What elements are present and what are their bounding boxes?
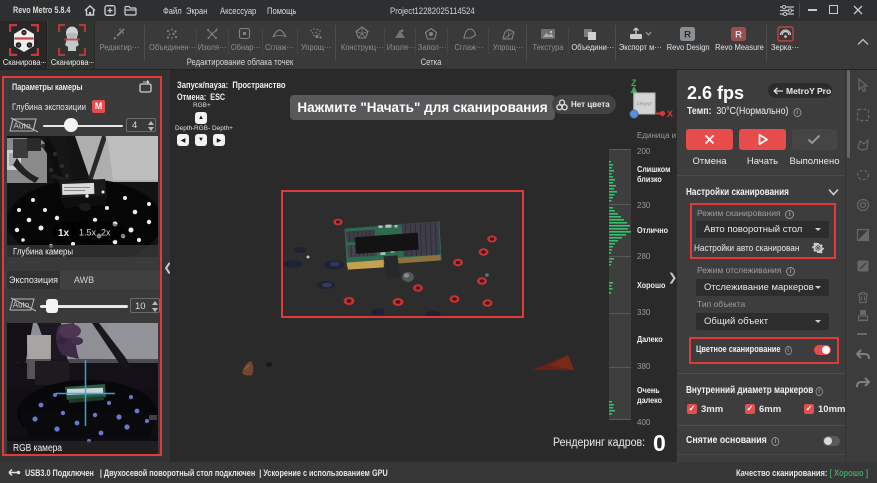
svg-text:2x: 2x bbox=[101, 228, 111, 238]
svg-text:R: R bbox=[684, 29, 691, 40]
svg-text:RGB камера: RGB камера bbox=[13, 443, 62, 454]
svg-text:FRONT: FRONT bbox=[637, 102, 653, 107]
svg-text:Глубина камеры: Глубина камеры bbox=[13, 247, 73, 258]
svg-text:Auto: Auto bbox=[13, 121, 31, 131]
svg-text:R: R bbox=[735, 29, 742, 40]
svg-text:1x: 1x bbox=[58, 228, 70, 239]
svg-text:Auto: Auto bbox=[13, 301, 30, 310]
svg-text:X: X bbox=[667, 109, 673, 119]
svg-text:1.5x: 1.5x bbox=[79, 228, 97, 238]
